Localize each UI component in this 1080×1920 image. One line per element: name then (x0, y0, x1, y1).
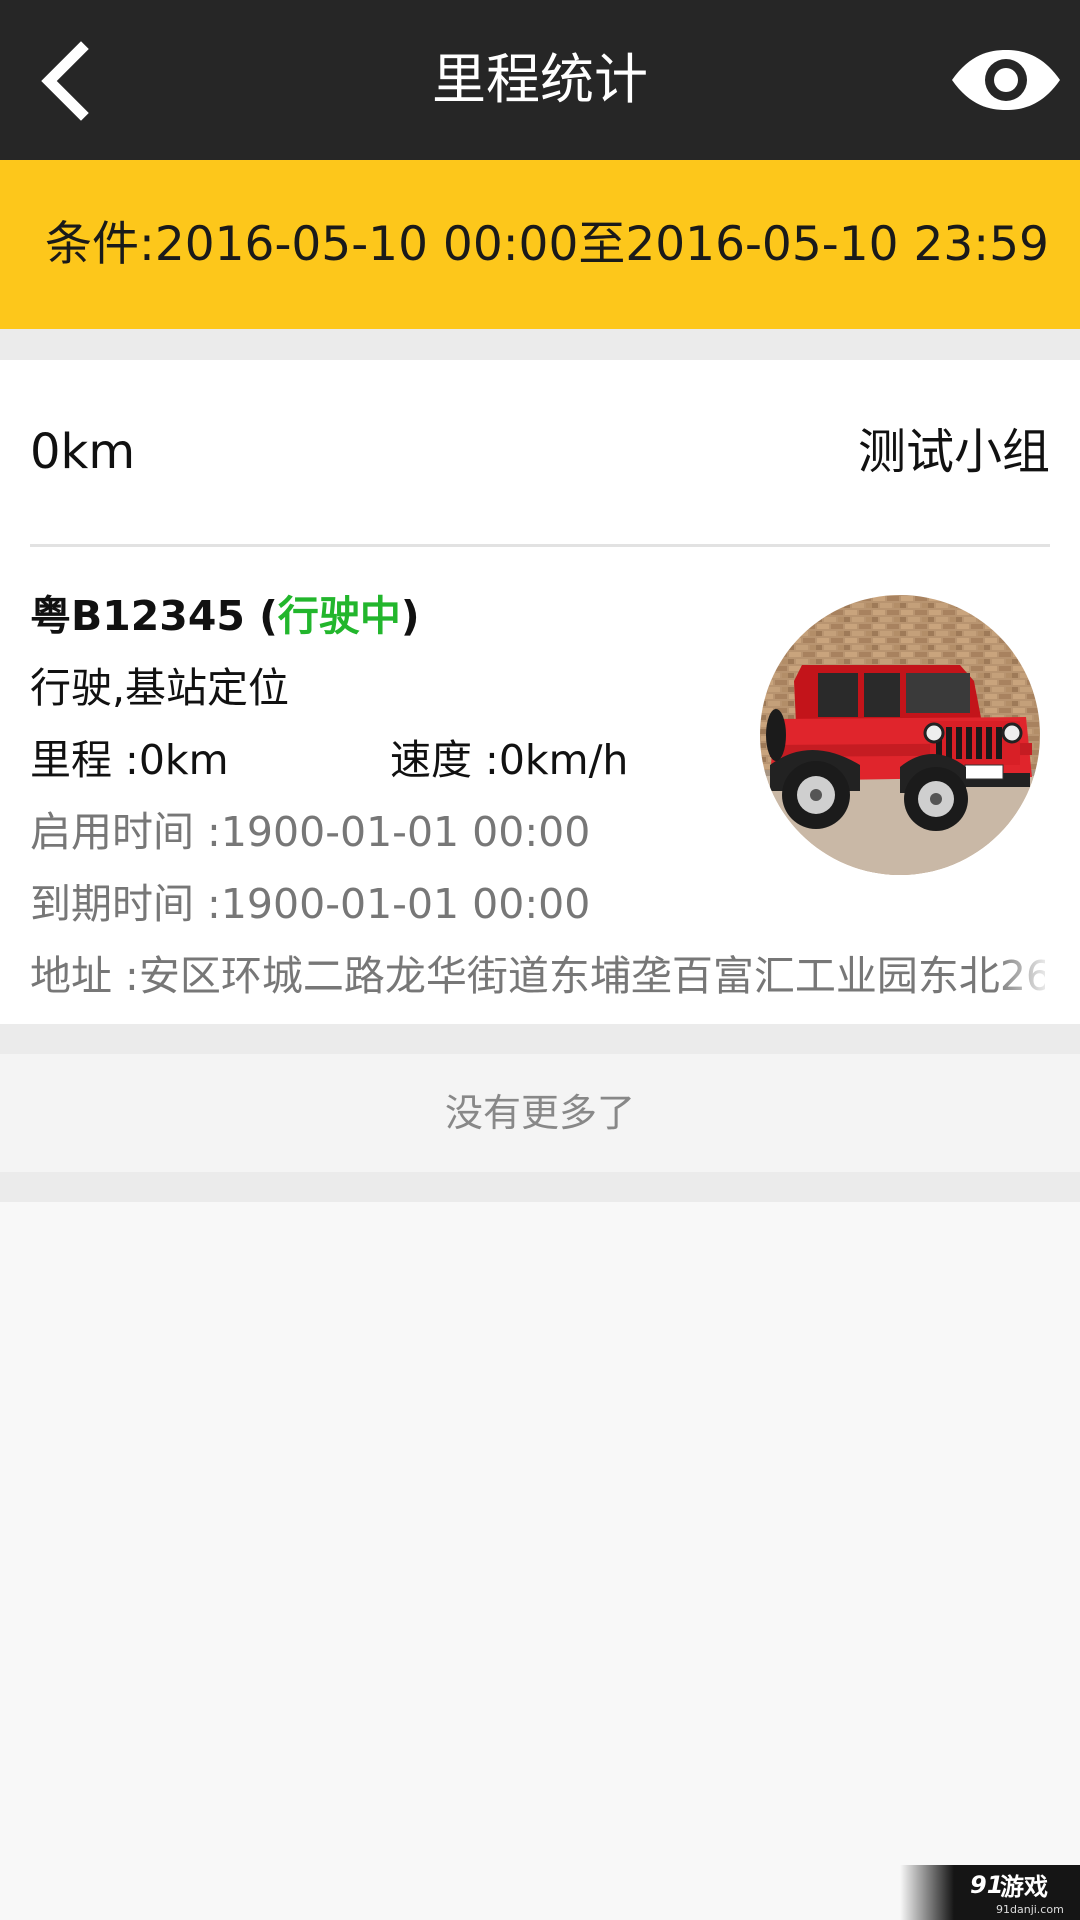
svg-text:91: 91 (970, 1871, 1003, 1899)
section-gap (0, 1024, 1080, 1054)
filter-condition-text: 条件:2016-05-10 00:00至2016-05-10 23:59 (45, 217, 1049, 272)
watermark-site: 91danji.com (996, 1903, 1064, 1916)
address-fade (995, 942, 1055, 1002)
section-gap (0, 1172, 1080, 1202)
vehicle-title: 粤B12345 (行驶中) (30, 582, 420, 642)
group-name: 测试小组 (857, 424, 1050, 480)
eye-icon (952, 50, 1060, 110)
top-bar: 里程统计 (0, 0, 1080, 160)
filter-condition-bar[interactable]: 条件:2016-05-10 00:00至2016-05-10 23:59 (0, 160, 1080, 329)
watermark-brand: 游戏 (1000, 1873, 1048, 1901)
watermark-logo: 91 游戏 91danji.com (900, 1865, 1080, 1920)
vehicle-expire-time: 到期时间 :1900-01-01 00:00 (30, 880, 591, 928)
status-open-paren: ( (244, 592, 278, 640)
visibility-toggle-button[interactable] (946, 40, 1066, 120)
vehicle-avatar (760, 595, 1040, 875)
page-title: 里程统计 (432, 48, 648, 111)
vehicle-mode: 行驶,基站定位 (30, 664, 290, 712)
summary-row: 0km 测试小组 (30, 360, 1050, 545)
section-gap (0, 329, 1080, 360)
vehicle-list-item[interactable]: 粤B12345 (行驶中) 行驶,基站定位 里程 :0km 速度 :0km/h … (30, 547, 1055, 1024)
screen: 里程统计 条件:2016-05-10 00:00至2016-05-10 23:5… (0, 0, 1080, 1920)
mileage-card: 0km 测试小组 粤B12345 (行驶中) 行驶,基站定位 里程 :0km 速… (0, 360, 1080, 1024)
vehicle-speed: 速度 :0km/h (390, 736, 629, 784)
vehicle-plate: 粤B12345 (30, 592, 245, 640)
vehicle-status: 行驶中 (277, 592, 401, 640)
status-close-paren: ) (400, 592, 420, 640)
vehicle-start-time: 启用时间 :1900-01-01 00:00 (30, 808, 591, 856)
total-mileage: 0km (30, 424, 136, 480)
vehicle-address: 地址 :安区环城二路龙华街道东埔垄百富汇工业园东北26 (30, 952, 1045, 1000)
vehicle-mileage: 里程 :0km (30, 736, 229, 784)
no-more-indicator: 没有更多了 (0, 1054, 1080, 1172)
